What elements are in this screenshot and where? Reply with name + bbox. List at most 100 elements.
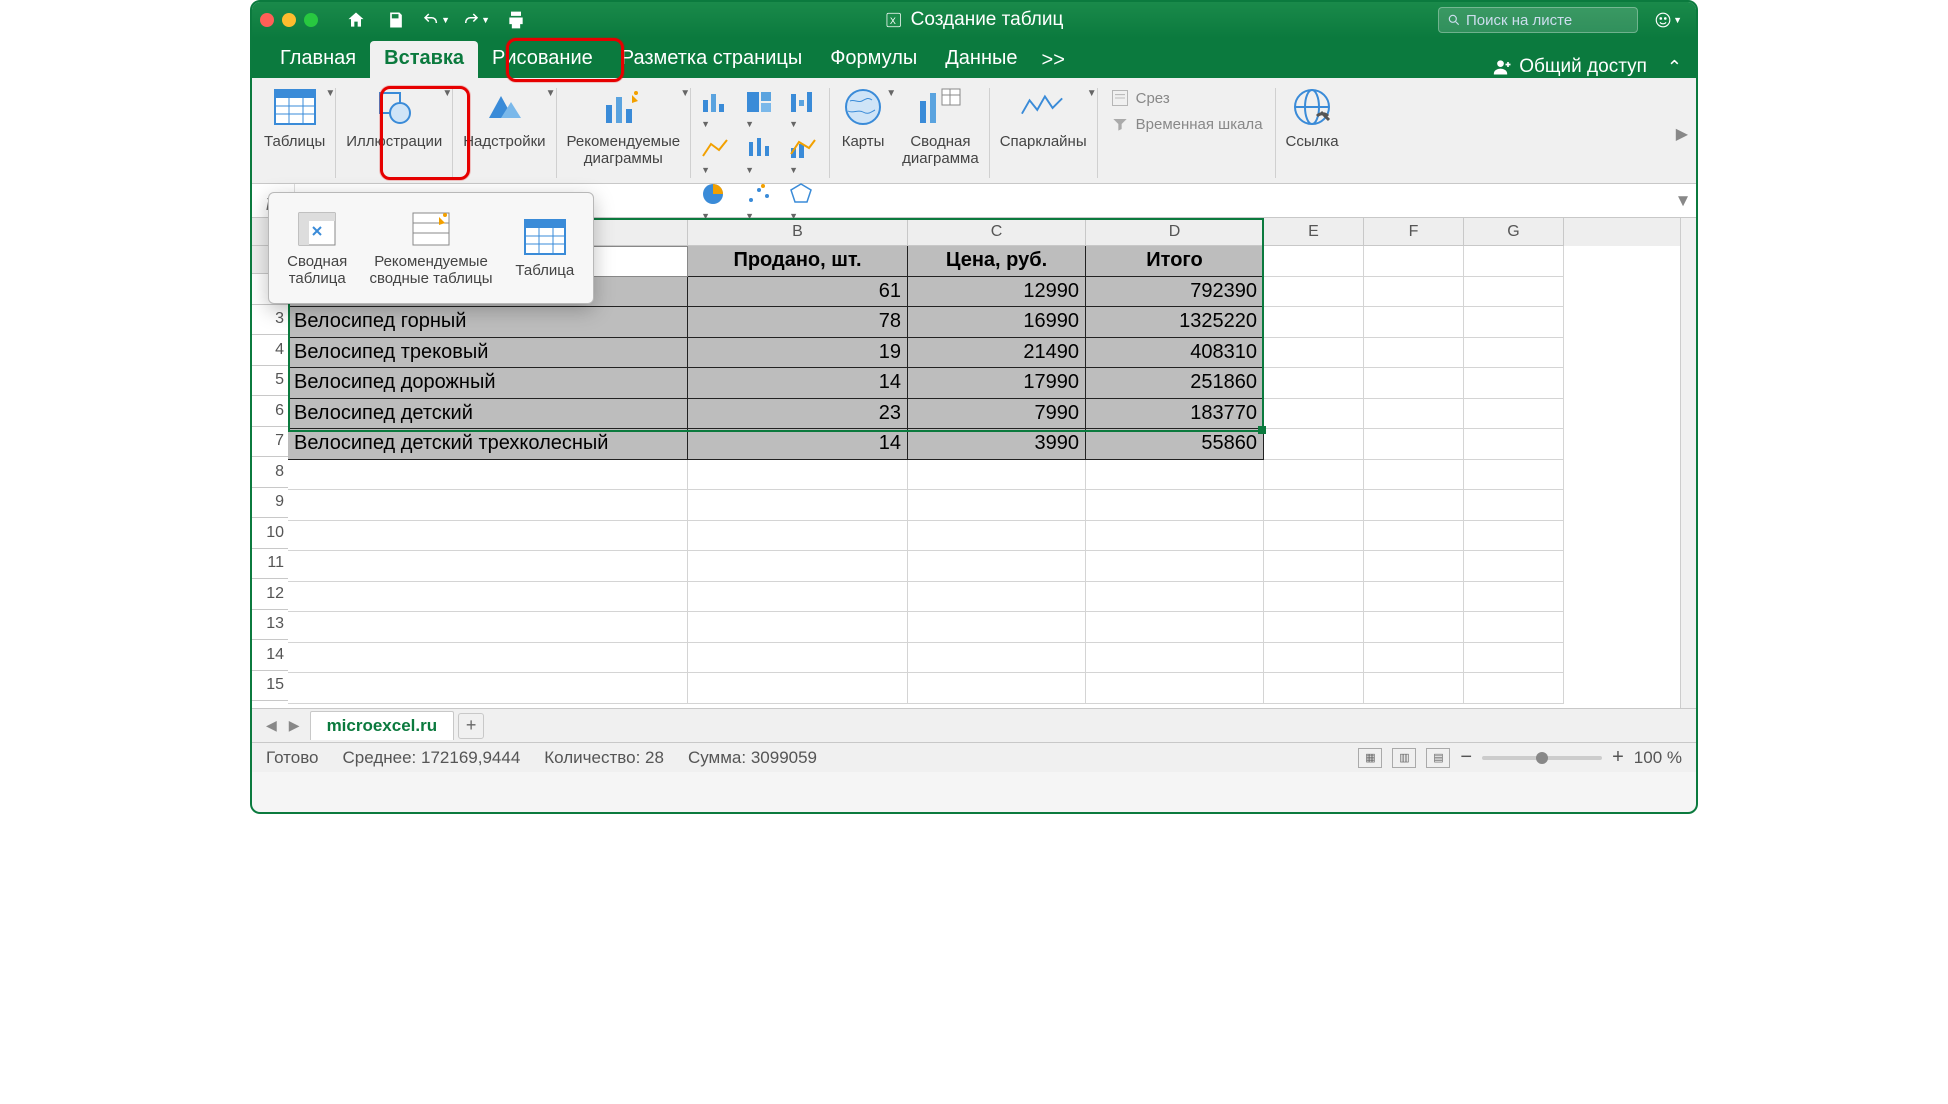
cell-G9[interactable]: [1464, 490, 1564, 521]
cell-E6[interactable]: [1264, 399, 1364, 430]
cell-F11[interactable]: [1364, 551, 1464, 582]
cell-D15[interactable]: [1086, 673, 1264, 704]
cell-D6[interactable]: 183770: [1086, 399, 1264, 430]
cell-A11[interactable]: [288, 551, 688, 582]
tab-home[interactable]: Главная: [266, 41, 370, 78]
vertical-scrollbar[interactable]: [1680, 218, 1696, 708]
ribbon-tables[interactable]: ▼ Таблицы: [256, 84, 333, 151]
cell-C8[interactable]: [908, 460, 1086, 491]
close-window-button[interactable]: [260, 13, 274, 27]
cell-C12[interactable]: [908, 582, 1086, 613]
sheet-tab[interactable]: microexcel.ru: [310, 711, 455, 740]
cell-C4[interactable]: 21490: [908, 338, 1086, 369]
cell-B15[interactable]: [688, 673, 908, 704]
cell-A7[interactable]: Велосипед детский трехколесный: [288, 429, 688, 460]
cell-E12[interactable]: [1264, 582, 1364, 613]
cell-E9[interactable]: [1264, 490, 1364, 521]
cell-F13[interactable]: [1364, 612, 1464, 643]
popup-table[interactable]: Таблица: [497, 193, 593, 303]
cell-C9[interactable]: [908, 490, 1086, 521]
cell-E7[interactable]: [1264, 429, 1364, 460]
cell-E8[interactable]: [1264, 460, 1364, 491]
cell-G1[interactable]: [1464, 246, 1564, 277]
cell-C11[interactable]: [908, 551, 1086, 582]
cell-F7[interactable]: [1364, 429, 1464, 460]
cell-B12[interactable]: [688, 582, 908, 613]
cell-A3[interactable]: Велосипед горный: [288, 307, 688, 338]
cell-F8[interactable]: [1364, 460, 1464, 491]
ribbon-illustrations[interactable]: ▼ Иллюстрации: [338, 84, 450, 151]
col-header-B[interactable]: B: [688, 218, 908, 246]
tab-insert[interactable]: Вставка: [370, 41, 478, 78]
cell-G10[interactable]: [1464, 521, 1564, 552]
print-icon[interactable]: [502, 6, 530, 34]
col-header-G[interactable]: G: [1464, 218, 1564, 246]
cell-F14[interactable]: [1364, 643, 1464, 674]
home-icon[interactable]: [342, 6, 370, 34]
row-header-14[interactable]: 14: [252, 640, 288, 671]
maximize-window-button[interactable]: [304, 13, 318, 27]
cell-C2[interactable]: 12990: [908, 277, 1086, 308]
cell-G4[interactable]: [1464, 338, 1564, 369]
redo-icon[interactable]: ▼: [462, 6, 490, 34]
chart-stat-icon[interactable]: ▼: [745, 136, 775, 178]
cell-B5[interactable]: 14: [688, 368, 908, 399]
col-header-C[interactable]: C: [908, 218, 1086, 246]
cell-E10[interactable]: [1264, 521, 1364, 552]
row-header-11[interactable]: 11: [252, 549, 288, 580]
cell-C1[interactable]: Цена, руб.: [908, 246, 1086, 277]
view-page-layout-icon[interactable]: ▥: [1392, 748, 1416, 768]
col-header-E[interactable]: E: [1264, 218, 1364, 246]
save-icon[interactable]: [382, 6, 410, 34]
cell-E14[interactable]: [1264, 643, 1364, 674]
cell-B8[interactable]: [688, 460, 908, 491]
row-header-13[interactable]: 13: [252, 610, 288, 641]
cell-G15[interactable]: [1464, 673, 1564, 704]
row-header-4[interactable]: 4: [252, 335, 288, 366]
tab-formulas[interactable]: Формулы: [816, 41, 931, 78]
row-header-15[interactable]: 15: [252, 671, 288, 702]
cell-G3[interactable]: [1464, 307, 1564, 338]
smiley-icon[interactable]: ▼: [1654, 6, 1682, 34]
cell-B13[interactable]: [688, 612, 908, 643]
sheet-next[interactable]: ▶: [283, 717, 306, 734]
cell-F2[interactable]: [1364, 277, 1464, 308]
row-header-9[interactable]: 9: [252, 488, 288, 519]
cell-C7[interactable]: 3990: [908, 429, 1086, 460]
undo-icon[interactable]: ▼: [422, 6, 450, 34]
ribbon-sparklines[interactable]: ▼ Спарклайны: [992, 84, 1095, 151]
minimize-window-button[interactable]: [282, 13, 296, 27]
cell-C5[interactable]: 17990: [908, 368, 1086, 399]
add-sheet-button[interactable]: +: [458, 713, 484, 739]
ribbon-slicer[interactable]: Срез: [1110, 88, 1263, 108]
ribbon-addins[interactable]: ▼ Надстройки: [455, 84, 553, 151]
cell-B9[interactable]: [688, 490, 908, 521]
cell-E5[interactable]: [1264, 368, 1364, 399]
cell-C13[interactable]: [908, 612, 1086, 643]
cell-B6[interactable]: 23: [688, 399, 908, 430]
cell-B14[interactable]: [688, 643, 908, 674]
cell-F4[interactable]: [1364, 338, 1464, 369]
share-button[interactable]: Общий доступ ⌃: [1493, 56, 1682, 78]
cell-C6[interactable]: 7990: [908, 399, 1086, 430]
cell-G11[interactable]: [1464, 551, 1564, 582]
cell-D7[interactable]: 55860: [1086, 429, 1264, 460]
cell-G14[interactable]: [1464, 643, 1564, 674]
chart-combo-icon[interactable]: ▼: [789, 136, 819, 178]
cell-F1[interactable]: [1364, 246, 1464, 277]
row-header-3[interactable]: 3: [252, 305, 288, 336]
col-header-F[interactable]: F: [1364, 218, 1464, 246]
zoom-in-button[interactable]: +: [1612, 746, 1624, 769]
formula-expand[interactable]: ▼: [1670, 191, 1696, 211]
cell-G12[interactable]: [1464, 582, 1564, 613]
cell-E15[interactable]: [1264, 673, 1364, 704]
chart-waterfall-icon[interactable]: ▼: [789, 90, 819, 132]
cell-D4[interactable]: 408310: [1086, 338, 1264, 369]
cell-D13[interactable]: [1086, 612, 1264, 643]
sheet-prev[interactable]: ◀: [260, 717, 283, 734]
cell-A8[interactable]: [288, 460, 688, 491]
cell-D9[interactable]: [1086, 490, 1264, 521]
cell-F6[interactable]: [1364, 399, 1464, 430]
cell-D12[interactable]: [1086, 582, 1264, 613]
cell-F9[interactable]: [1364, 490, 1464, 521]
